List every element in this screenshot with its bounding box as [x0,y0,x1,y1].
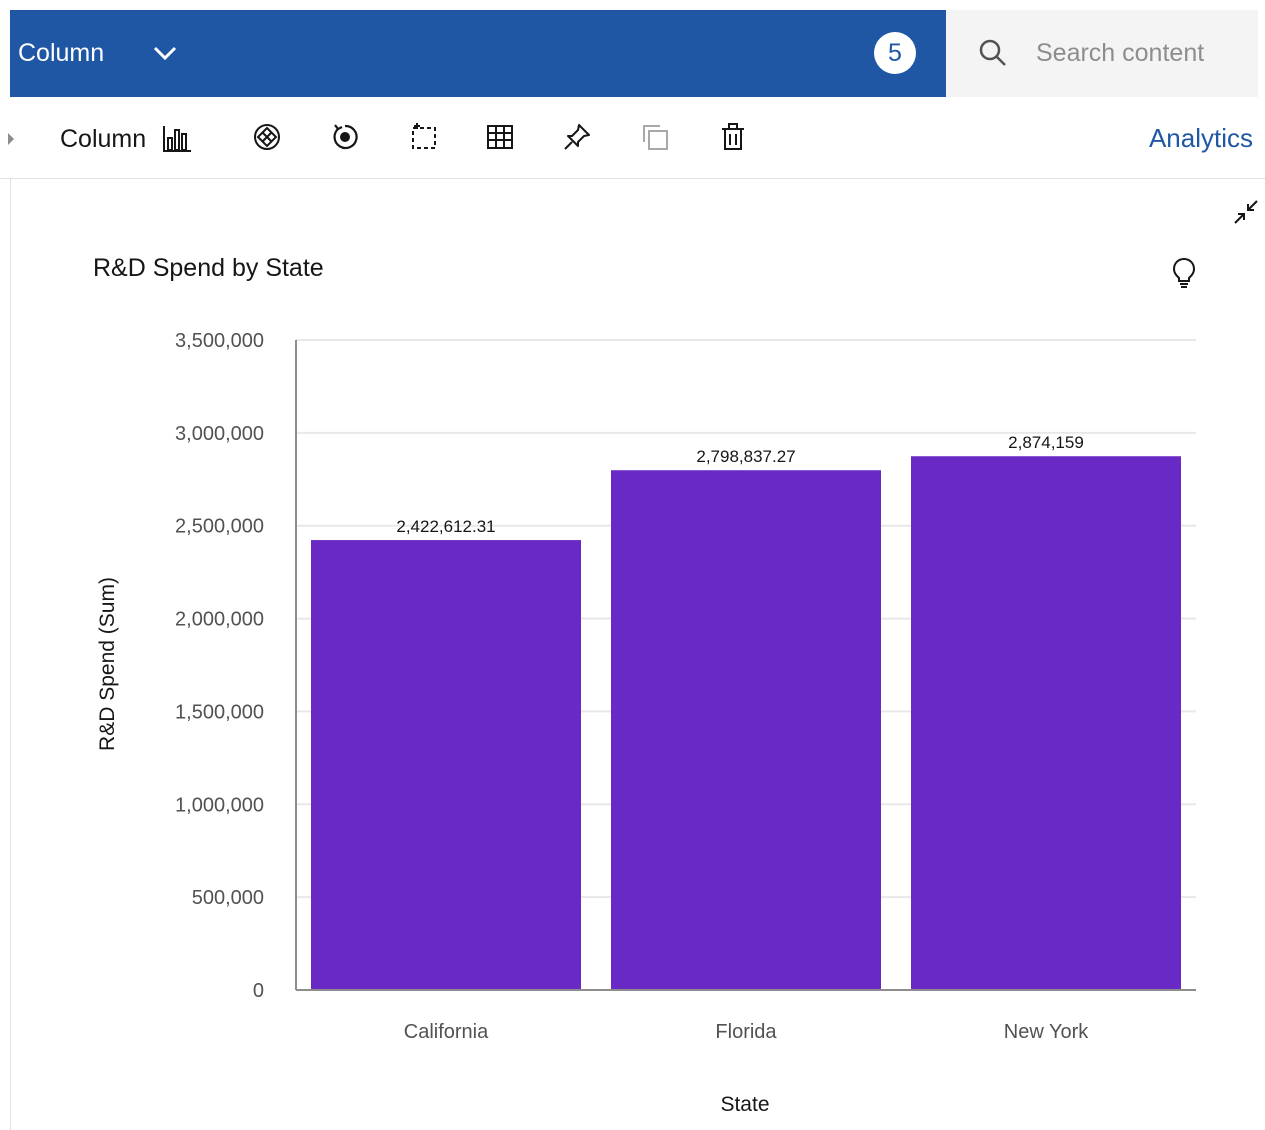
bar-florida [611,470,881,990]
y-tick-label: 0 [253,980,264,1002]
widget-toolbar: Column Analytics [0,97,1265,179]
select-button[interactable] [406,119,442,155]
visualization-type-title[interactable]: Column [18,38,104,68]
delete-icon [722,123,744,150]
analytics-link[interactable]: Analytics [1149,123,1253,154]
y-tick-label: 2,500,000 [175,516,264,538]
y-axis-title: R&D Spend (Sum) [96,577,119,751]
pin-button[interactable] [559,119,595,155]
y-tick-label: 3,500,000 [175,330,264,352]
bar-california [311,540,581,990]
target-button[interactable] [249,119,285,155]
column-chart: 0 500,000 1,000,000 1,500,000 2,000,000 2,500… [96,330,1196,1116]
y-tick-label: 1,500,000 [175,701,264,723]
search-input[interactable] [1036,34,1246,72]
x-tick-label: Florida [715,1021,777,1043]
select-icon [412,123,436,149]
data-label: 2,422,612.31 [396,517,495,536]
delete-button[interactable] [715,119,751,155]
data-label: 2,798,837.27 [696,447,795,466]
duplicate-icon [643,125,668,150]
pin-icon [564,124,590,150]
data-label: 2,874,159 [1008,433,1084,452]
y-tick-label: 2,000,000 [175,609,264,631]
change-visualization-button[interactable]: Column [60,121,192,157]
bar-new-york [911,456,1181,990]
visualization-type-label: Column [60,124,147,153]
target-icon [254,124,280,150]
refresh-icon [333,124,358,150]
x-tick-label: New York [1004,1021,1089,1043]
y-tick-label: 1,000,000 [175,794,264,816]
y-tick-label: 3,000,000 [175,423,264,445]
table-icon [487,125,513,149]
search-icon [979,39,1006,66]
x-tick-label: California [404,1021,489,1043]
chart-panel: R&D Spend by State 0 500,000 1,000,000 1,50… [10,179,1265,1130]
search-box [946,10,1258,97]
table-view-button[interactable] [482,119,518,155]
duplicate-button[interactable] [637,119,673,155]
chevron-down-icon[interactable] [150,39,180,67]
y-tick-label: 500,000 [192,887,264,909]
column-chart-icon [163,126,192,152]
x-axis-title: State [720,1093,769,1116]
caret-left-icon[interactable] [8,133,14,145]
refresh-button[interactable] [327,119,363,155]
count-badge[interactable]: 5 [874,32,916,74]
header-bar: Column 5 [10,10,946,97]
